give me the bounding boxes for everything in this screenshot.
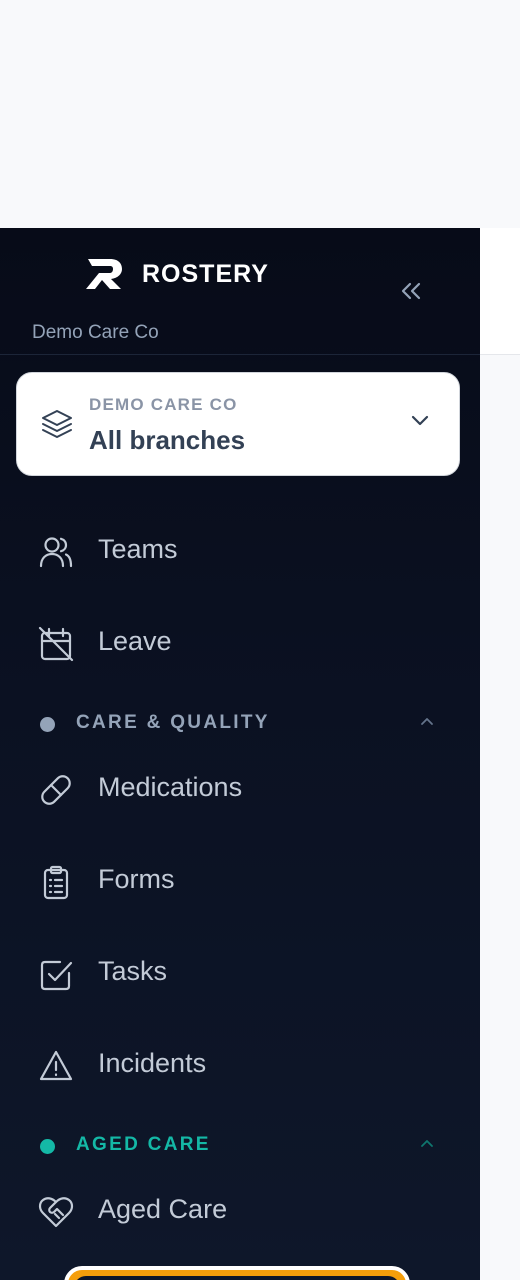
nav-item-aged-care[interactable]: Aged Care — [0, 1180, 480, 1240]
section-care-quality[interactable]: CARE & QUALITY — [0, 702, 480, 742]
top-blank-area — [0, 0, 520, 228]
nav-item-forms[interactable]: Forms — [0, 850, 480, 910]
nav-label-aged-care: Aged Care — [98, 1194, 228, 1224]
sidebar-divider — [0, 354, 480, 355]
nav-label-leave: Leave — [98, 626, 172, 656]
collapse-sidebar-button[interactable] — [398, 278, 424, 304]
nav-label-tasks: Tasks — [98, 956, 168, 986]
users-icon — [39, 537, 73, 568]
section-dot — [40, 717, 55, 732]
chevron-up-icon — [421, 718, 433, 725]
nav-item-medications[interactable]: Medications — [0, 758, 480, 818]
nav-item-tasks[interactable]: Tasks — [0, 942, 480, 1002]
section-title-care-quality: CARE & QUALITY — [76, 712, 270, 733]
nav-label-forms: Forms — [98, 864, 175, 894]
nav-item-teams[interactable]: Teams — [0, 520, 480, 580]
section-dot — [40, 1139, 55, 1154]
nav-item-leave[interactable]: Leave — [0, 612, 480, 672]
nav-label-medications: Medications — [98, 772, 243, 802]
sidebar: ROSTERY Demo Care Co DEMO CARE CO All br… — [0, 228, 480, 1280]
clipboard-list-icon — [43, 865, 69, 900]
brand[interactable]: ROSTERY — [86, 256, 269, 292]
layers-icon — [42, 410, 72, 438]
branch-name: All branches — [89, 425, 246, 455]
rostery-logo-icon — [86, 259, 122, 289]
main-content-area — [480, 228, 520, 1280]
nav-label-teams: Teams — [98, 534, 178, 564]
chevron-down-icon — [411, 415, 429, 426]
section-title-aged-care: AGED CARE — [76, 1134, 211, 1155]
pill-icon — [41, 775, 71, 805]
chevrons-left-icon — [401, 282, 421, 300]
highlighted-nav-item[interactable] — [64, 1266, 410, 1280]
section-aged-care[interactable]: AGED CARE — [0, 1124, 480, 1164]
branch-selector[interactable]: DEMO CARE CO All branches — [16, 372, 460, 476]
chevron-up-icon — [421, 1140, 433, 1147]
highlighted-nav-item-inner — [74, 1276, 400, 1280]
nav-item-incidents[interactable]: Incidents — [0, 1034, 480, 1094]
branch-org-label: DEMO CARE CO — [89, 395, 238, 414]
brand-name: ROSTERY — [142, 259, 269, 288]
calendar-off-icon — [38, 626, 74, 662]
org-name: Demo Care Co — [32, 322, 159, 343]
square-check-icon — [40, 960, 73, 991]
alert-triangle-icon — [39, 1050, 73, 1081]
nav-label-incidents: Incidents — [98, 1048, 207, 1078]
heart-handshake-icon — [38, 1197, 74, 1228]
main-header — [480, 228, 520, 355]
